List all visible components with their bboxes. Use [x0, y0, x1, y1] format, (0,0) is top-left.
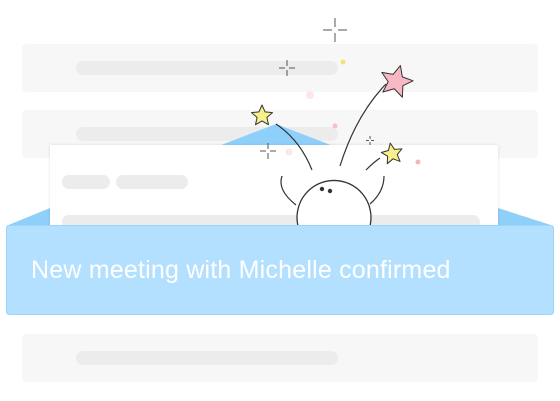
- placeholder-card: [22, 334, 538, 382]
- sparkle-icon: [323, 18, 347, 42]
- placeholder-line: [76, 127, 338, 141]
- confetti-dot: [306, 91, 314, 99]
- envelope-left-flap: [6, 208, 50, 226]
- envelope-right-flap: [498, 208, 554, 226]
- placeholder-line: [76, 351, 338, 365]
- placeholder-pill: [62, 175, 110, 189]
- placeholder-pill: [116, 175, 188, 189]
- placeholder-line: [76, 61, 338, 75]
- notification-banner: New meeting with Michelle confirmed: [6, 225, 554, 315]
- notification-message: New meeting with Michelle confirmed: [31, 255, 451, 284]
- placeholder-card: [22, 44, 538, 92]
